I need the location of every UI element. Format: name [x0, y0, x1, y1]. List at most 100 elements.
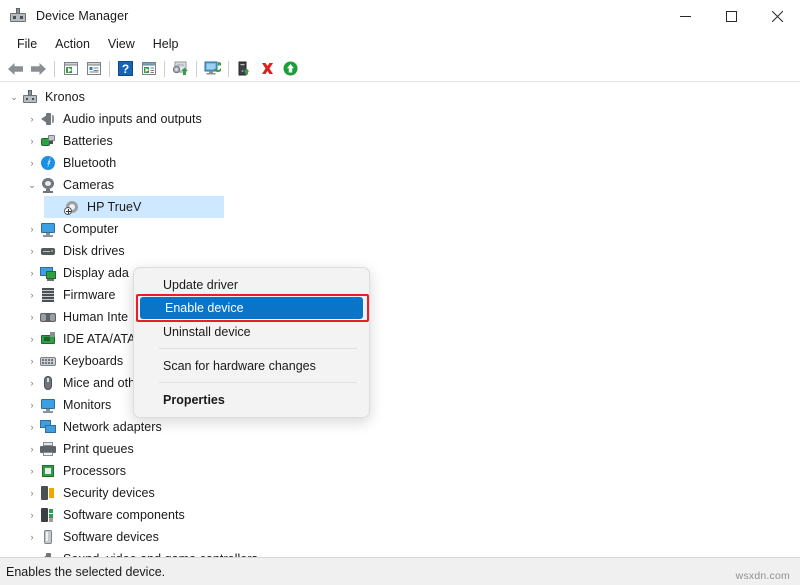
tree-node-label: Display ada [63, 266, 129, 280]
tree-node-label: Bluetooth [63, 156, 116, 170]
show-hidden-devices-icon[interactable] [59, 58, 82, 80]
disk-drive-icon [40, 243, 56, 259]
chevron-right-icon[interactable]: › [24, 159, 40, 168]
scan-hardware-changes-icon[interactable] [201, 58, 224, 80]
tree-node-sound-video-and-game-controllers[interactable]: › Sound, video and game controllers [0, 548, 800, 557]
chevron-right-icon[interactable]: › [24, 291, 40, 300]
maximize-icon[interactable] [708, 0, 754, 32]
display-adapter-icon [40, 265, 56, 281]
chevron-right-icon[interactable]: › [24, 225, 40, 234]
update-driver-icon[interactable] [169, 58, 192, 80]
tree-node-label: IDE ATA/ATA [63, 332, 136, 346]
tree-node-security-devices[interactable]: › Security devices [0, 482, 800, 504]
device-tree[interactable]: ⌄ Kronos › Audio inputs and outputs › Ba… [0, 82, 800, 557]
close-icon[interactable] [754, 0, 800, 32]
human-interface-icon [40, 309, 56, 325]
tree-node-software-devices[interactable]: › Software devices [0, 526, 800, 548]
context-menu-item-scan-for-hardware-changes[interactable]: Scan for hardware changes [138, 354, 365, 377]
bluetooth-icon: ᚼ [40, 155, 56, 171]
status-text: Enables the selected device. [0, 565, 165, 579]
context-menu: Update driver Enable device Uninstall de… [133, 267, 370, 418]
chevron-right-icon[interactable]: › [24, 357, 40, 366]
chevron-right-icon[interactable]: › [24, 269, 40, 278]
tree-node-firmware[interactable]: › Firmware [0, 284, 800, 306]
tree-node-mice-and-other-pointing-devices[interactable]: › Mice and other pointing devices [0, 372, 800, 394]
tree-node-label: Disk drives [63, 244, 125, 258]
title-bar: Device Manager [0, 0, 800, 32]
tree-node-label: Network adapters [63, 420, 162, 434]
chevron-right-icon[interactable]: › [24, 401, 40, 410]
svg-text:?: ? [122, 62, 129, 76]
chevron-right-icon[interactable]: › [24, 379, 40, 388]
tree-node-network-adapters[interactable]: › Network adapters [0, 416, 800, 438]
audio-icon [40, 111, 56, 127]
software-component-icon [40, 507, 56, 523]
menu-action[interactable]: Action [46, 35, 99, 53]
tree-node-monitors[interactable]: › Monitors [0, 394, 800, 416]
chevron-down-icon[interactable]: ⌄ [24, 181, 40, 190]
chevron-right-icon[interactable]: › [24, 445, 40, 454]
tree-node-label: Software devices [63, 530, 159, 544]
tree-node-ide-ata-atapi-controllers[interactable]: › IDE ATA/ATA [0, 328, 800, 350]
printer-icon [40, 441, 56, 457]
battery-icon [40, 133, 56, 149]
tree-node-label: Firmware [63, 288, 115, 302]
context-menu-item-properties[interactable]: Properties [138, 388, 365, 411]
context-menu-item-uninstall-device[interactable]: Uninstall device [138, 320, 365, 343]
chevron-right-icon[interactable]: › [24, 137, 40, 146]
tree-node-label: Batteries [63, 134, 113, 148]
camera-icon [40, 177, 56, 193]
device-manager-window: Device Manager File Action View Help [0, 0, 800, 585]
back-icon[interactable] [4, 58, 27, 80]
update-driver-green-icon[interactable] [279, 58, 302, 80]
computer-root-icon [22, 89, 38, 105]
tree-node-keyboards[interactable]: › Keyboards [0, 350, 800, 372]
tree-node-display-adapters[interactable]: › Display ada [0, 262, 800, 284]
chevron-right-icon[interactable]: › [24, 247, 40, 256]
forward-icon[interactable] [27, 58, 50, 80]
monitor-icon [40, 221, 56, 237]
processor-icon [40, 463, 56, 479]
context-menu-separator [159, 382, 357, 383]
chevron-down-icon[interactable]: ⌄ [6, 93, 22, 102]
properties-icon[interactable] [82, 58, 105, 80]
context-menu-enable-device-wrapper: Enable device [134, 297, 369, 319]
chevron-right-icon[interactable]: › [24, 115, 40, 124]
tree-node-processors[interactable]: › Processors [0, 460, 800, 482]
menu-view[interactable]: View [99, 35, 144, 53]
ide-controller-icon [40, 331, 56, 347]
tree-node-kronos[interactable]: ⌄ Kronos [0, 86, 800, 108]
toolbar-separator [164, 61, 165, 77]
details-view-icon[interactable] [137, 58, 160, 80]
tree-node-batteries[interactable]: › Batteries [0, 130, 800, 152]
chevron-right-icon[interactable]: › [24, 467, 40, 476]
toolbar: ? [0, 56, 800, 82]
tree-node-software-components[interactable]: › Software components [0, 504, 800, 526]
tree-node-disk-drives[interactable]: › Disk drives [0, 240, 800, 262]
enable-device-icon[interactable] [233, 58, 256, 80]
minimize-icon[interactable] [662, 0, 708, 32]
window-controls [662, 0, 800, 32]
security-device-icon [40, 485, 56, 501]
context-menu-item-enable-device[interactable]: Enable device [140, 297, 363, 319]
menu-help[interactable]: Help [144, 35, 188, 53]
tree-node-label: Print queues [63, 442, 134, 456]
chevron-right-icon[interactable]: › [24, 511, 40, 520]
tree-node-label: Processors [63, 464, 126, 478]
chevron-right-icon[interactable]: › [24, 489, 40, 498]
help-icon[interactable]: ? [114, 58, 137, 80]
tree-node-audio-inputs-and-outputs[interactable]: › Audio inputs and outputs [0, 108, 800, 130]
tree-node-print-queues[interactable]: › Print queues [0, 438, 800, 460]
chevron-right-icon[interactable]: › [24, 335, 40, 344]
tree-node-computer[interactable]: › Computer [0, 218, 800, 240]
tree-node-human-interface-devices[interactable]: › Human Inte [0, 306, 800, 328]
tree-node-bluetooth[interactable]: › ᚼ Bluetooth [0, 152, 800, 174]
uninstall-device-icon[interactable] [256, 58, 279, 80]
tree-node-cameras[interactable]: ⌄ Cameras [0, 174, 800, 196]
context-menu-item-update-driver[interactable]: Update driver [138, 273, 365, 296]
menu-file[interactable]: File [8, 35, 46, 53]
tree-node-hp-truevision-camera[interactable]: HP TrueV [0, 196, 800, 218]
chevron-right-icon[interactable]: › [24, 313, 40, 322]
chevron-right-icon[interactable]: › [24, 423, 40, 432]
chevron-right-icon[interactable]: › [24, 533, 40, 542]
